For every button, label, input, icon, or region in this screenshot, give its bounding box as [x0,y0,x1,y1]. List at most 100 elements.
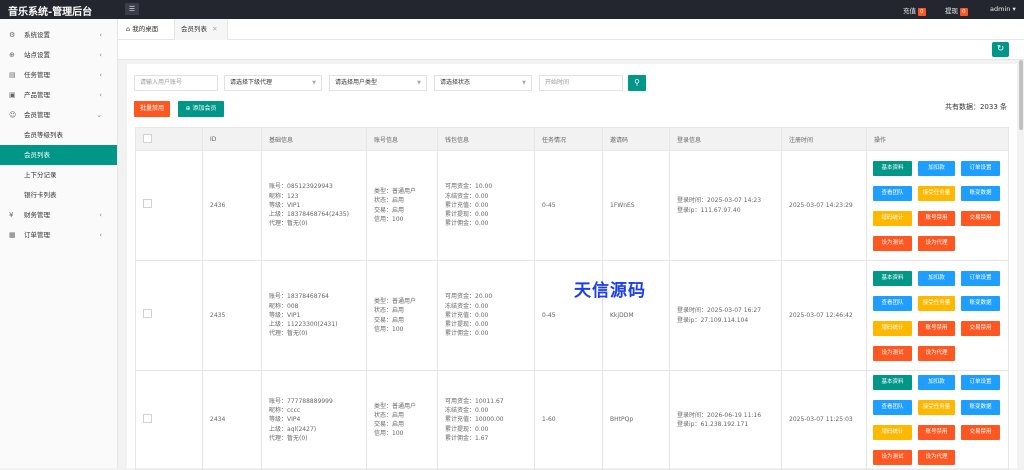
accept-task-button[interactable]: 接受任务量 [918,400,955,415]
add-member-label: 添加会员 [192,105,217,112]
sidebar-sub-member-list[interactable]: 会员列表 [0,145,117,165]
trade-disable-button[interactable]: 交易禁用 [961,210,1000,226]
wallet-cell: 可用资金：10.00 冻结资金：0.00 累计充值：0.00 累计提现：0.00 累计佣… [437,150,535,261]
wallet-line: 冻结资金：0.00 [445,407,489,415]
agent-select[interactable]: 请选择下级代理 ▼ [224,75,322,91]
sidebar-sub-bankcard-list[interactable]: 银行卡列表 [0,185,117,205]
account-disable-button[interactable]: 账号禁用 [918,320,955,336]
view-team-button[interactable]: 查看团队 [873,185,912,201]
code-stats-button[interactable]: 增码统计 [873,320,912,336]
wallet-line: 累计提现：0.00 [445,321,489,329]
order-settings-button[interactable]: 订单设置 [961,270,1000,286]
close-icon[interactable]: ✕ [212,25,217,33]
accept-task-button[interactable]: 接受任务量 [918,295,955,311]
account-search-input[interactable]: 请输入用户账号 [134,75,218,91]
balance-changes-button[interactable]: 账变数据 [961,400,1000,415]
add-member-button[interactable]: ⊕ 添加会员 [178,101,224,117]
col-reg-time: 注册时间 [781,127,867,151]
search-button[interactable]: ⚲ [628,75,646,91]
sidebar-item-label: 站点设置 [24,51,50,59]
plus-circle-icon: ⊕ [185,105,191,112]
set-agent-button[interactable]: 设为代理 [918,235,955,251]
sidebar-sub-level-list[interactable]: 会员等级列表 [0,125,117,145]
invite-code: 1FWnES [610,201,635,209]
row-checkbox[interactable] [143,309,152,319]
col-task: 任务情况 [534,127,603,151]
code-stats-button[interactable]: 增码统计 [873,425,912,440]
set-test-button[interactable]: 设为测试 [873,235,912,251]
col-account: 账号信息 [366,127,438,151]
sidebar-item-product[interactable]: ▣ 产品管理 ‹ [0,85,117,105]
sidebar-item-member[interactable]: ☺ 会员管理 ⌄ [0,105,117,125]
yen-icon: ¥ [9,211,14,219]
set-test-button[interactable]: 设为测试 [873,450,912,465]
basic-cell: 账号：085123929943 昵称：123 等级：VIP1 上级：183784687… [261,150,367,261]
recharge-link[interactable]: 充值 0 [903,5,926,16]
hamburger-icon[interactable]: ☰ [125,3,139,15]
scrollbar[interactable] [1018,60,1024,468]
refresh-row: ↻ [118,40,1024,60]
user-type-select[interactable]: 请选择用户类型 ▼ [329,75,427,91]
table-row: 2436 账号：085123929943 昵称：123 等级：VIP1 上级：18378… [135,150,1009,261]
row-checkbox[interactable] [143,413,152,423]
scrollbar-thumb[interactable] [1019,60,1023,130]
trade-disable-button[interactable]: 交易禁用 [961,425,1000,440]
basic-info-button[interactable]: 基本资料 [873,270,912,286]
view-team-button[interactable]: 查看团队 [873,400,912,415]
trade-disable-button[interactable]: 交易禁用 [961,320,1000,336]
order-settings-button[interactable]: 订单设置 [961,375,1000,390]
wallet-line: 累计充值：10000.00 [445,416,504,424]
status-select[interactable]: 请选择状态 ▼ [434,75,532,91]
box-icon: ▣ [9,91,16,99]
account-line: 状态：启用 [374,411,405,419]
tab-home[interactable]: ⌂ 我的桌面 [126,19,174,40]
account-line: 状态：启用 [374,197,405,205]
view-team-button[interactable]: 查看团队 [873,295,912,311]
sidebar-item-label: 系统设置 [24,31,50,39]
sidebar-item-system[interactable]: ⚙ 系统设置 ‹ [0,25,117,45]
sidebar-sub-score-record[interactable]: 上下分记录 [0,165,117,185]
id-cell: 2436 [202,150,262,261]
adjust-balance-button[interactable]: 加扣款 [918,160,955,176]
row-checkbox[interactable] [143,199,152,209]
order-settings-button[interactable]: 订单设置 [961,160,1000,176]
batch-disable-button[interactable]: 批量禁用 [134,101,170,117]
wallet-line: 冻结资金：0.00 [445,192,489,200]
col-wallet: 钱包信息 [437,127,535,151]
select-all-cell [135,127,203,151]
sidebar-item-site[interactable]: ⊕ 站点设置 ‹ [0,45,117,65]
grid-icon: ▦ [9,231,16,239]
balance-changes-button[interactable]: 账变数据 [961,295,1000,311]
adjust-balance-button[interactable]: 加扣款 [918,375,955,390]
wallet-line: 累计充值：0.00 [445,311,489,319]
member-id: 2435 [210,311,226,319]
sidebar-item-task[interactable]: ▤ 任务管理 ‹ [0,65,117,85]
balance-changes-button[interactable]: 账变数据 [961,185,1000,201]
adjust-balance-button[interactable]: 加扣款 [918,270,955,286]
set-agent-button[interactable]: 设为代理 [918,345,955,361]
tab-member-list[interactable]: 会员列表 ✕ [174,19,228,41]
account-disable-button[interactable]: 账号禁用 [918,210,955,226]
account-disable-button[interactable]: 账号禁用 [918,425,955,440]
member-id: 2434 [210,416,226,424]
set-agent-button[interactable]: 设为代理 [918,450,955,465]
sidebar-item-finance[interactable]: ¥ 财务管理 ‹ [0,205,117,225]
start-time-input[interactable]: 开始时间 [539,75,623,91]
user-menu[interactable]: admin ▾ [990,5,1016,13]
chevron-down-icon: ⌄ [96,111,102,119]
basic-info-button[interactable]: 基本资料 [873,160,912,176]
set-test-button[interactable]: 设为测试 [873,345,912,361]
basic-info-button[interactable]: 基本资料 [873,375,912,390]
dropdown-arrow-icon: ▼ [417,80,421,86]
member-id: 2436 [210,201,226,209]
refresh-button[interactable]: ↻ [992,42,1009,57]
select-all-checkbox[interactable] [143,133,152,143]
withdraw-link[interactable]: 提现 0 [945,5,968,16]
account-line: 交易：启用 [374,421,405,428]
sidebar-item-order[interactable]: ▦ 订单管理 ‹ [0,225,117,245]
accept-task-button[interactable]: 接受任务量 [918,185,955,201]
actions-cell: 基本资料 加扣款 订单设置查看团队 接受任务量 账变数据增码统计 账号禁用 交易禁用设为测试… [866,260,1009,371]
code-stats-button[interactable]: 增码统计 [873,210,912,226]
reg-cell: 2025-03-07 11:25:03 [781,370,867,470]
table-row: 2435 账号：18378468764 昵称：008 等级：VIP1 上级：112233… [135,260,1009,371]
